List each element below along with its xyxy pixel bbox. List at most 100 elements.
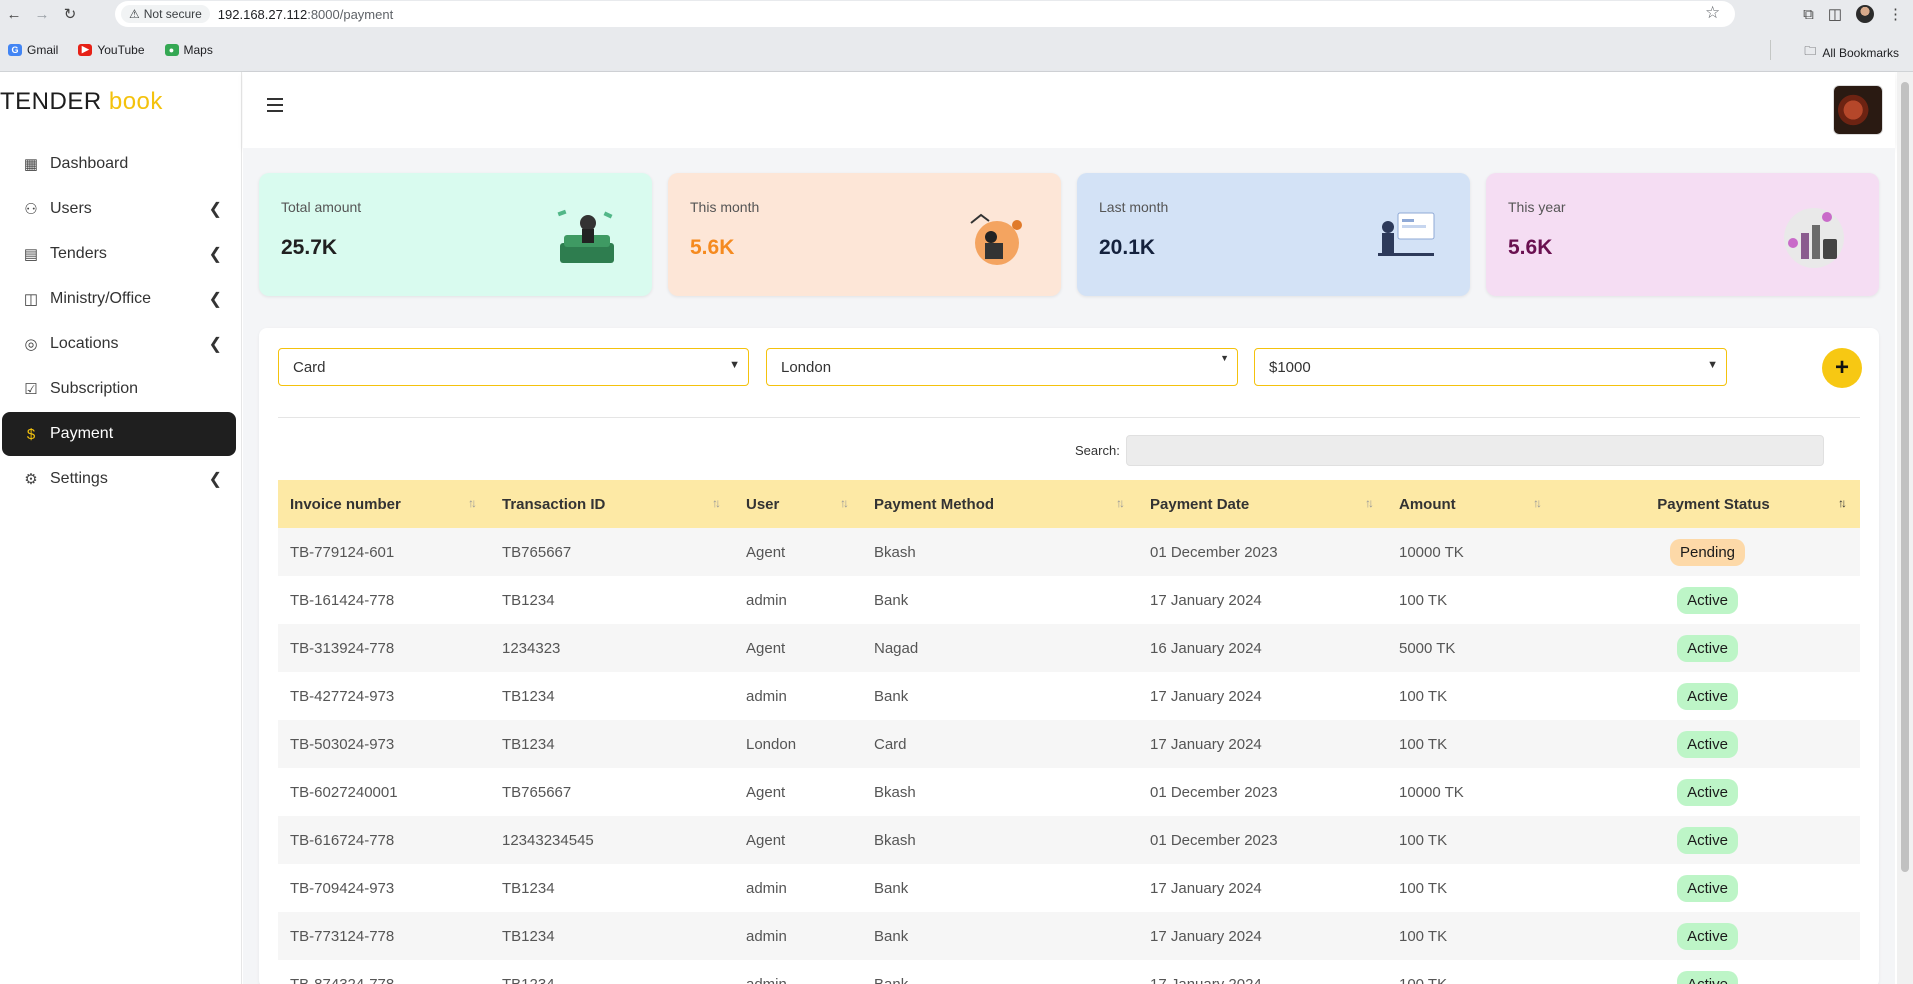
- location-icon: ◎: [24, 336, 38, 353]
- chevron-left-icon: ❮: [208, 336, 222, 353]
- table-cell: TB1234: [502, 591, 555, 609]
- sort-icon: ↑↓: [1533, 496, 1542, 510]
- table-cell: 1234323: [502, 639, 561, 657]
- table-cell: 17 January 2024: [1150, 687, 1262, 705]
- back-icon[interactable]: ←: [0, 0, 28, 28]
- sidebar-item-subscription[interactable]: ☑ Subscription: [2, 367, 236, 411]
- column-header-payment-date[interactable]: Payment Date ↑↓: [1138, 480, 1387, 528]
- table-cell: TB-616724-778: [290, 831, 395, 849]
- table-cell: admin: [746, 879, 787, 897]
- table-cell: TB-779124-601: [290, 543, 395, 561]
- search-input[interactable]: [1126, 435, 1824, 466]
- sidebar-item-locations[interactable]: ◎ Locations ❮: [2, 322, 236, 366]
- sidebar-item-payment[interactable]: $ Payment: [2, 412, 236, 456]
- status-badge: Active: [1677, 586, 1738, 614]
- table-cell: TB1234: [502, 879, 555, 897]
- table-cell: 17 January 2024: [1150, 927, 1262, 945]
- table-row[interactable]: TB-313924-778 1234323 Agent Nagad 16 January…: [278, 624, 1860, 672]
- add-payment-button[interactable]: +: [1822, 348, 1862, 388]
- brand-logo[interactable]: TENDER book: [0, 88, 163, 116]
- side-panel-icon[interactable]: ◫: [1828, 5, 1842, 23]
- browser-menu-icon[interactable]: ⋮: [1888, 5, 1903, 23]
- bookmark-star-icon[interactable]: ☆: [1705, 3, 1720, 23]
- table-row[interactable]: TB-779124-601 TB765667 Agent Bkash 01 Decemb…: [278, 528, 1860, 576]
- table-cell: Agent: [746, 639, 786, 657]
- user-avatar[interactable]: [1833, 85, 1883, 135]
- table-cell: 01 December 2023: [1150, 543, 1278, 561]
- sidebar-item-settings[interactable]: ⚙ Settings ❮: [2, 457, 236, 501]
- table-row[interactable]: TB-709424-973 TB1234 admin Bank 17 January 2…: [278, 864, 1860, 912]
- column-header-invoice-number[interactable]: Invoice number ↑↓: [278, 480, 490, 528]
- status-cell: Active: [1555, 864, 1860, 912]
- bookmark-gmail[interactable]: G Gmail: [8, 43, 58, 57]
- bookmark-youtube[interactable]: ▶ YouTube: [78, 43, 145, 57]
- chevron-down-icon: ▼: [1220, 353, 1229, 363]
- extensions-icon[interactable]: ⧉: [1803, 6, 1814, 23]
- table-cell: 01 December 2023: [1150, 783, 1278, 801]
- table-row[interactable]: TB-503024-973 TB1234 London Card 17 January …: [278, 720, 1860, 768]
- status-badge: Active: [1677, 922, 1738, 950]
- table-row[interactable]: TB-616724-778 12343234545 Agent Bkash 01 Dec…: [278, 816, 1860, 864]
- top-header: [243, 72, 1895, 148]
- maps-icon: ●: [164, 43, 179, 56]
- all-bookmarks-button[interactable]: 🗀 All Bookmarks: [1804, 42, 1899, 63]
- plus-icon: +: [1834, 354, 1849, 381]
- table-row[interactable]: TB-161424-778 TB1234 admin Bank 17 January 2…: [278, 576, 1860, 624]
- status-badge: Active: [1677, 826, 1738, 854]
- table-cell: 17 January 2024: [1150, 591, 1262, 609]
- address-bar[interactable]: ⚠ Not secure 192.168.27.112:8000/payment: [115, 1, 1735, 27]
- forward-icon[interactable]: →: [28, 0, 56, 28]
- status-badge: Active: [1677, 634, 1738, 662]
- column-header-transaction-id[interactable]: Transaction ID ↑↓: [490, 480, 734, 528]
- stat-card-this-year: This year 5.6K: [1486, 173, 1879, 296]
- table-cell: TB-313924-778: [290, 639, 395, 657]
- scrollbar-thumb[interactable]: [1901, 82, 1909, 872]
- table-row[interactable]: TB-773124-778 TB1234 admin Bank 17 January 2…: [278, 912, 1860, 960]
- sidebar-item-users[interactable]: ⚇ Users ❮: [2, 187, 236, 231]
- column-header-payment-method[interactable]: Payment Method ↑↓: [862, 480, 1138, 528]
- hamburger-menu-icon[interactable]: [267, 98, 283, 112]
- chevron-left-icon: ❮: [208, 201, 222, 218]
- sort-icon: ↑↓: [840, 496, 849, 510]
- table-row[interactable]: TB-6027240001 TB765667 Agent Bkash 01 Decemb…: [278, 768, 1860, 816]
- location-select[interactable]: London ▼: [766, 348, 1238, 386]
- sidebar-item-dashboard[interactable]: ▦ Dashboard: [2, 142, 236, 186]
- table-cell: 16 January 2024: [1150, 639, 1262, 657]
- search-label: Search:: [1075, 443, 1120, 458]
- not-secure-indicator[interactable]: ⚠ Not secure: [121, 5, 210, 23]
- table-cell: Bank: [874, 975, 909, 984]
- payment-method-select[interactable]: Card ▼: [278, 348, 749, 386]
- table-row[interactable]: TB-874324-778 TB1234 admin Bank 17 January 2…: [278, 960, 1860, 984]
- finance-illustration-icon: [1784, 208, 1844, 268]
- bookmarks-separator: [1770, 40, 1771, 60]
- chevron-left-icon: ❮: [208, 471, 222, 488]
- table-cell: TB-427724-973: [290, 687, 395, 705]
- table-cell: 100 TK: [1399, 975, 1448, 984]
- dashboard-icon: ▦: [23, 156, 39, 173]
- sort-icon: ↑↓: [712, 496, 721, 510]
- url-text[interactable]: 192.168.27.112:8000/payment: [218, 7, 393, 22]
- column-header-user[interactable]: User ↑↓: [734, 480, 862, 528]
- status-badge: Active: [1677, 970, 1738, 984]
- amount-select[interactable]: $1000 ▼: [1254, 348, 1727, 386]
- analytics-illustration-icon: [970, 213, 1022, 265]
- sidebar-item-ministry-office[interactable]: ◫ Ministry/Office ❮: [2, 277, 236, 321]
- sort-desc-icon: ↑↓: [1838, 496, 1847, 510]
- table-row[interactable]: TB-427724-973 TB1234 admin Bank 17 January 2…: [278, 672, 1860, 720]
- column-header-payment-status[interactable]: Payment Status ↑↓: [1555, 480, 1860, 528]
- chevron-left-icon: ❮: [208, 291, 222, 308]
- table-cell: 100 TK: [1399, 831, 1448, 849]
- subscription-icon: ☑: [24, 381, 38, 398]
- table-cell: TB-709424-973: [290, 879, 395, 897]
- google-icon: G: [8, 43, 22, 56]
- status-badge: Active: [1677, 778, 1738, 806]
- column-header-amount[interactable]: Amount ↑↓: [1387, 480, 1555, 528]
- status-cell: Active: [1555, 768, 1860, 816]
- profile-avatar-icon[interactable]: [1856, 5, 1874, 23]
- bookmark-maps[interactable]: ● Maps: [164, 43, 213, 57]
- status-cell: Active: [1555, 624, 1860, 672]
- reload-icon[interactable]: ↻: [56, 0, 84, 28]
- table-cell: TB-773124-778: [290, 927, 395, 945]
- page-scrollbar[interactable]: [1897, 72, 1913, 984]
- sidebar-item-tenders[interactable]: ▤ Tenders ❮: [2, 232, 236, 276]
